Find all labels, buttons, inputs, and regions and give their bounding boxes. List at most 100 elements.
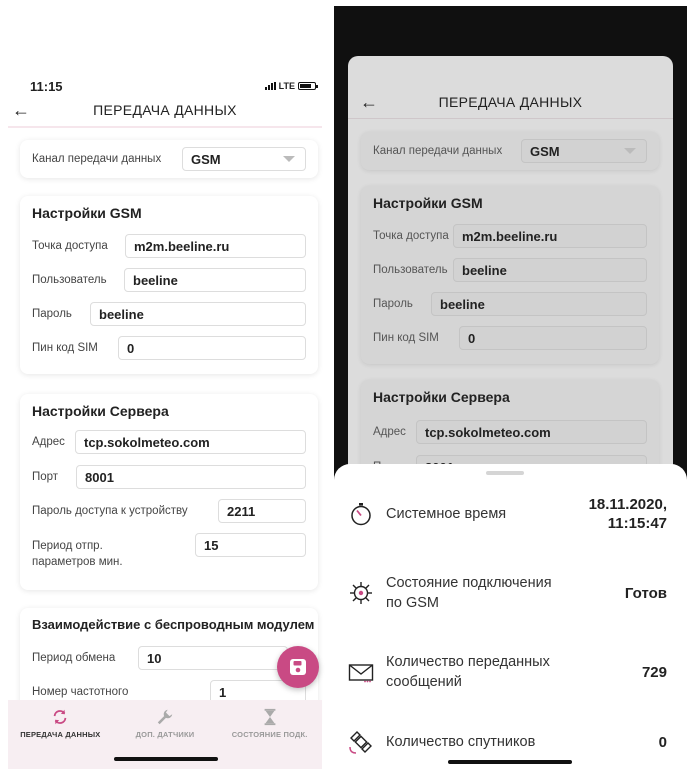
messages-sent-value: 729 <box>641 663 667 681</box>
user-field[interactable]: beeline <box>124 268 306 292</box>
user-field-dimmed[interactable]: beeline <box>453 258 647 282</box>
channel-select[interactable]: GSM <box>182 147 306 171</box>
chevron-down-icon <box>624 148 636 154</box>
home-indicator <box>114 757 218 761</box>
app-header: ← ПЕРЕДАЧА ДАННЫХ <box>0 96 330 124</box>
period-label-line2: параметров мин. <box>32 556 123 568</box>
gsm-settings-card: Настройки GSM Точка доступа m2m.beeline.… <box>20 196 318 374</box>
sync-icon <box>54 709 67 725</box>
signal-icon <box>264 82 276 90</box>
chevron-down-icon <box>283 156 295 162</box>
left-screen: 11:15 LTE ← ПЕРЕДАЧА ДАННЫХ Канал переда… <box>0 0 330 769</box>
messages-sent-label: Количество переданных сообщений <box>386 652 550 692</box>
apn-field[interactable]: m2m.beeline.ru <box>125 234 306 258</box>
period-label: Период отпр. параметров мин. <box>32 538 123 570</box>
messages-sent-label-line1: Количество переданных <box>386 654 550 670</box>
pin-field-dimmed[interactable]: 0 <box>459 326 647 350</box>
port-field[interactable]: 8001 <box>76 465 306 489</box>
channel-value-dimmed: GSM <box>530 143 560 159</box>
messages-sent-row: Количество переданных сообщений 729 <box>348 650 667 694</box>
header-divider <box>8 126 322 128</box>
channel-card-dimmed: Канал передачи данных GSM <box>361 132 659 170</box>
server-settings-title: Настройки Сервера <box>32 403 169 419</box>
tab-data-transfer-label: ПЕРЕДАЧА ДАННЫХ <box>20 730 101 739</box>
satellites-label: Количество спутников <box>386 734 536 750</box>
port-label: Порт <box>32 471 59 483</box>
header-divider-dimmed <box>348 118 673 119</box>
app-header-dimmed: ← ПЕРЕДАЧА ДАННЫХ <box>348 88 673 116</box>
exchange-field[interactable]: 10 <box>138 646 288 670</box>
server-settings-title-dimmed: Настройки Сервера <box>373 389 510 405</box>
address-label-dimmed: Адрес <box>373 426 406 438</box>
gsm-connection-label-line2: по GSM <box>386 595 439 611</box>
tab-connection-status[interactable]: СОСТОЯНИЕ ПОДК. <box>217 700 322 769</box>
password-field-dimmed[interactable]: beeline <box>431 292 647 316</box>
save-button[interactable] <box>277 646 319 688</box>
address-field[interactable]: tcp.sokolmeteo.com <box>75 430 306 454</box>
satellites-row: Количество спутников 0 <box>348 726 667 758</box>
back-arrow-icon[interactable]: ← <box>12 101 30 119</box>
channel-label-dimmed: Канал передачи данных <box>373 145 503 157</box>
gsm-settings-card-dimmed: Настройки GSM Точка доступа m2m.beeline.… <box>361 186 659 364</box>
password-label: Пароль <box>32 308 72 320</box>
back-arrow-icon[interactable]: ← <box>360 93 378 111</box>
password-field[interactable]: beeline <box>90 302 306 326</box>
user-label-dimmed: Пользователь <box>373 264 448 276</box>
channel-card: Канал передачи данных GSM <box>20 140 318 178</box>
password-label-dimmed: Пароль <box>373 298 413 310</box>
stopwatch-icon <box>351 503 371 526</box>
system-time-date: 18.11.2020, <box>588 496 667 513</box>
hourglass-icon <box>264 708 276 726</box>
battery-icon <box>298 82 318 90</box>
gsm-connection-value: Готов <box>624 584 667 602</box>
gsm-settings-title: Настройки GSM <box>32 205 142 221</box>
server-settings-card: Настройки Сервера Адрес tcp.sokolmeteo.c… <box>20 394 318 590</box>
tab-extra-sensors-label: ДОП. ДАТЧИКИ <box>135 730 195 739</box>
pin-label: Пин код SIM <box>32 342 98 354</box>
page-title: ПЕРЕДАЧА ДАННЫХ <box>93 102 237 118</box>
system-time-value: 18.11.2020, 11:15:47 <box>589 495 667 533</box>
apn-label: Точка доступа <box>32 240 108 252</box>
pin-label-dimmed: Пин код SIM <box>373 332 439 344</box>
frequency-label: Номер частотного <box>32 686 129 698</box>
status-time: 11:15 <box>30 78 63 94</box>
address-field-dimmed[interactable]: tcp.sokolmeteo.com <box>416 420 647 444</box>
sheet-grabber[interactable] <box>486 471 524 475</box>
channel-value: GSM <box>191 151 221 167</box>
apn-field-dimmed[interactable]: m2m.beeline.ru <box>453 224 647 248</box>
wireless-module-title: Взаимодействие с беспроводным модулем <box>32 617 315 632</box>
device-password-label: Пароль доступа к устройству <box>32 505 188 517</box>
tab-connection-status-label: СОСТОЯНИЕ ПОДК. <box>231 730 308 739</box>
envelope-icon <box>348 664 374 683</box>
gear-icon <box>350 582 372 604</box>
period-field[interactable]: 15 <box>195 533 306 557</box>
messages-sent-label-line2: сообщений <box>386 674 462 690</box>
page-title-dimmed: ПЕРЕДАЧА ДАННЫХ <box>438 94 583 110</box>
wrench-icon <box>157 709 173 725</box>
status-indicators: LTE <box>264 81 318 91</box>
channel-select-dimmed[interactable]: GSM <box>521 139 647 163</box>
gsm-connection-label: Состояние подключения по GSM <box>386 573 552 613</box>
satellite-icon <box>349 731 372 754</box>
system-time-row: Системное время 18.11.2020, 11:15:47 <box>348 492 667 536</box>
status-bottom-sheet: Системное время 18.11.2020, 11:15:47 Сос… <box>334 464 687 769</box>
satellites-value: 0 <box>658 733 667 751</box>
address-label: Адрес <box>32 436 65 448</box>
status-bar: 11:15 LTE <box>30 78 318 94</box>
pin-field[interactable]: 0 <box>118 336 306 360</box>
exchange-label: Период обмена <box>32 652 116 664</box>
right-screen: ← ПЕРЕДАЧА ДАННЫХ Канал передачи данных … <box>334 6 687 769</box>
channel-label: Канал передачи данных <box>32 153 162 165</box>
user-label: Пользователь <box>32 274 107 286</box>
system-time-label: Системное время <box>386 506 507 522</box>
gsm-connection-row: Состояние подключения по GSM Готов <box>348 571 667 615</box>
home-indicator <box>448 760 572 764</box>
period-label-line1: Период отпр. <box>32 540 103 552</box>
apn-label-dimmed: Точка доступа <box>373 230 449 242</box>
device-password-field[interactable]: 2211 <box>218 499 306 523</box>
floppy-disk-icon <box>290 659 306 675</box>
gsm-connection-label-line1: Состояние подключения <box>386 575 552 591</box>
system-time-clock: 11:15:47 <box>607 515 667 532</box>
tab-data-transfer[interactable]: ПЕРЕДАЧА ДАННЫХ <box>8 700 113 769</box>
network-type: LTE <box>278 81 295 91</box>
